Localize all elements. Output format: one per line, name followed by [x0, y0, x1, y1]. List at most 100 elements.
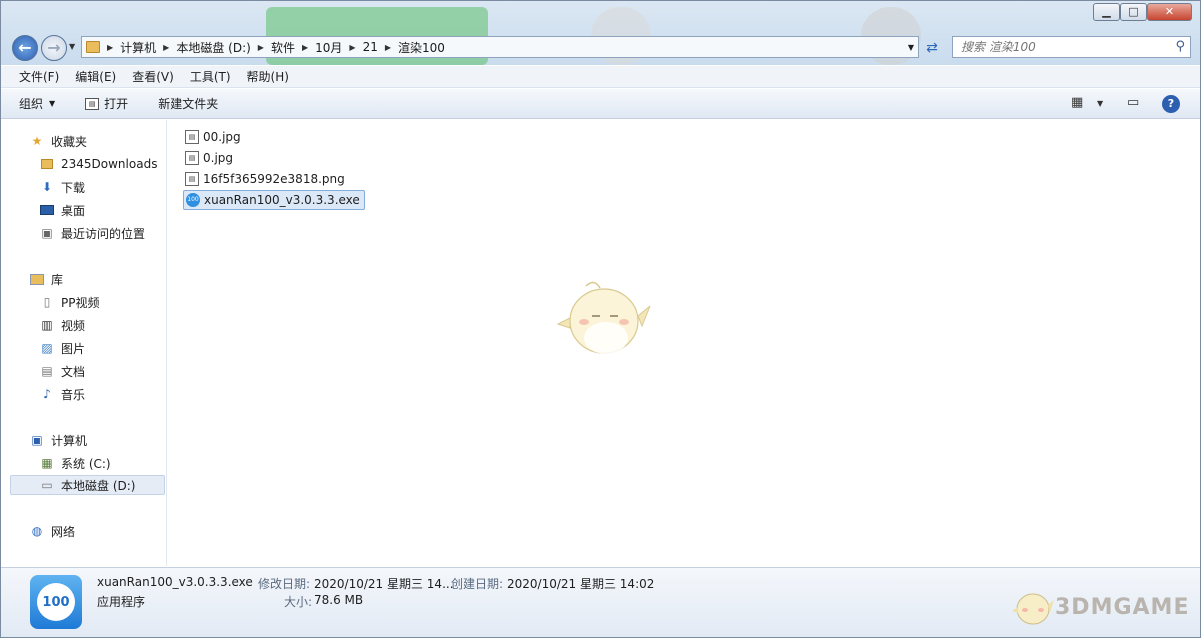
sidebar-item-network[interactable]: ◍ 网络: [29, 521, 75, 541]
list-item[interactable]: ▤ 0.jpg: [183, 148, 237, 168]
sidebar-item-libraries[interactable]: 库: [29, 269, 63, 289]
breadcrumb-drive-d[interactable]: 本地磁盘 (D:): [172, 39, 254, 56]
menu-help[interactable]: 帮助(H): [239, 68, 297, 85]
chevron-down-icon[interactable]: ▼: [908, 43, 914, 52]
open-button[interactable]: ▤ 打开: [85, 95, 128, 112]
chevron-right-icon[interactable]: ▶: [346, 43, 358, 52]
search-icon[interactable]: ⚲: [1175, 39, 1185, 54]
sidebar-item-label: 2345Downloads: [61, 157, 158, 171]
sidebar-item-desktop[interactable]: 桌面: [39, 200, 85, 220]
minimize-button[interactable]: ▁: [1093, 3, 1120, 21]
details-filename: xuanRan100_v3.0.3.3.exe: [97, 575, 253, 589]
picture-icon: ▨: [41, 341, 53, 355]
sidebar-item-label: 本地磁盘 (D:): [61, 478, 136, 493]
chevron-right-icon[interactable]: ▶: [104, 43, 116, 52]
search-input[interactable]: [961, 40, 1161, 54]
close-button[interactable]: ✕: [1147, 3, 1192, 21]
organize-button[interactable]: 组织 ▼: [19, 95, 55, 112]
preview-pane-icon[interactable]: ▭: [1127, 95, 1139, 110]
sidebar-item-downloads[interactable]: ⬇ 下载: [39, 177, 85, 197]
sidebar-item-label: 库: [51, 272, 64, 287]
sidebar-item-drive-c[interactable]: ▦ 系统 (C:): [39, 453, 111, 473]
sidebar-item-drive-d[interactable]: ▭ 本地磁盘 (D:): [10, 475, 165, 495]
app-icon-label: 100: [37, 583, 75, 621]
view-options-icon[interactable]: ▦: [1071, 95, 1083, 110]
refresh-button[interactable]: ⇄: [922, 38, 942, 58]
navigation-pane: ★ 收藏夹 2345Downloads ⬇ 下载 桌面 ▣ 最近访问的位置 库 …: [1, 120, 167, 566]
3dmgame-watermark: 3DMGAME: [1011, 587, 1189, 627]
sidebar-item-label: 视频: [61, 318, 86, 333]
file-name: xuanRan100_v3.0.3.3.exe: [204, 193, 360, 207]
film-icon: ▥: [41, 318, 53, 332]
sidebar-item-label: 计算机: [51, 433, 88, 448]
computer-icon: ▣: [31, 433, 43, 447]
document-icon: ▯: [43, 295, 51, 309]
explorer-window: ▁ □ ✕ ← → ▼ ▶ 计算机 ▶ 本地磁盘 (D:) ▶ 软件 ▶ 10月…: [0, 0, 1201, 638]
star-icon: ★: [31, 134, 43, 148]
mascot-watermark: [556, 281, 651, 354]
list-item[interactable]: ▤ 16f5f365992e3818.png: [183, 169, 349, 189]
menu-view[interactable]: 查看(V): [124, 68, 182, 85]
breadcrumb-october[interactable]: 10月: [311, 39, 346, 56]
menu-edit[interactable]: 编辑(E): [67, 68, 124, 85]
file-list: ▤ 00.jpg ▤ 0.jpg ▤ 16f5f365992e3818.png …: [169, 120, 1200, 566]
recent-places-icon: ▣: [41, 226, 53, 240]
open-label: 打开: [104, 97, 129, 111]
drive-icon: ▭: [41, 478, 53, 492]
arrow-right-icon: →: [47, 38, 61, 57]
breadcrumb-software[interactable]: 软件: [267, 39, 299, 56]
sidebar-item-pp-video[interactable]: ▯ PP视频: [39, 292, 100, 312]
chevron-right-icon[interactable]: ▶: [382, 43, 394, 52]
search-box[interactable]: ⚲: [952, 36, 1191, 58]
sidebar-item-label: 网络: [51, 524, 76, 539]
size-value: 78.6 MB: [314, 593, 364, 607]
list-item-selected[interactable]: 100 xuanRan100_v3.0.3.3.exe: [183, 190, 365, 210]
created-label: 创建日期:: [451, 577, 504, 591]
sidebar-item-2345downloads[interactable]: 2345Downloads: [39, 154, 157, 174]
open-file-icon: ▤: [85, 97, 100, 110]
download-icon: ⬇: [41, 180, 53, 194]
menu-tools[interactable]: 工具(T): [182, 68, 239, 85]
new-folder-button[interactable]: 新建文件夹: [158, 95, 218, 112]
file-name: 0.jpg: [203, 151, 234, 165]
system-drive-icon: ▦: [41, 456, 53, 470]
sidebar-item-documents[interactable]: ▤ 文档: [39, 361, 85, 381]
sidebar-item-computer[interactable]: ▣ 计算机: [29, 430, 87, 450]
maximize-button[interactable]: □: [1120, 3, 1147, 21]
chevron-right-icon[interactable]: ▶: [299, 43, 311, 52]
address-bar[interactable]: ▶ 计算机 ▶ 本地磁盘 (D:) ▶ 软件 ▶ 10月 ▶ 21 ▶ 渲染10…: [81, 36, 919, 58]
chevron-right-icon[interactable]: ▶: [255, 43, 267, 52]
modified-label: 修改日期:: [258, 577, 311, 591]
file-name: 16f5f365992e3818.png: [203, 172, 345, 186]
back-button[interactable]: ←: [12, 35, 38, 61]
app-icon: 100: [186, 193, 200, 207]
chevron-right-icon[interactable]: ▶: [160, 43, 172, 52]
modified-value: 2020/10/21 星期三 14...: [314, 577, 454, 591]
arrow-left-icon: ←: [18, 38, 32, 57]
image-file-icon: ▤: [185, 151, 199, 165]
sidebar-item-recent[interactable]: ▣ 最近访问的位置: [39, 223, 145, 243]
breadcrumb-21[interactable]: 21: [359, 40, 382, 54]
breadcrumb-current[interactable]: 渲染100: [394, 39, 449, 56]
created-value: 2020/10/21 星期三 14:02: [507, 577, 655, 591]
help-icon[interactable]: ?: [1162, 95, 1180, 113]
sidebar-item-music[interactable]: ♪ 音乐: [39, 384, 85, 404]
image-file-icon: ▤: [185, 172, 199, 186]
chevron-down-icon[interactable]: ▼: [1097, 99, 1103, 108]
watermark-text: 3DMGAME: [1055, 594, 1190, 620]
sidebar-item-favorites[interactable]: ★ 收藏夹: [29, 131, 87, 151]
sidebar-item-videos[interactable]: ▥ 视频: [39, 315, 85, 335]
menu-file[interactable]: 文件(F): [11, 68, 67, 85]
folder-icon: [39, 156, 55, 172]
app-icon: 100: [30, 575, 82, 629]
sidebar-item-pictures[interactable]: ▨ 图片: [39, 338, 85, 358]
file-name: 00.jpg: [203, 130, 241, 144]
sidebar-item-label: 系统 (C:): [61, 456, 111, 471]
recent-pages-dropdown[interactable]: ▼: [69, 42, 75, 51]
organize-label: 组织: [19, 97, 44, 111]
folder-icon: [86, 41, 100, 53]
forward-button[interactable]: →: [41, 35, 67, 61]
sidebar-item-label: PP视频: [61, 295, 100, 310]
list-item[interactable]: ▤ 00.jpg: [183, 127, 245, 147]
breadcrumb-computer[interactable]: 计算机: [116, 39, 160, 56]
